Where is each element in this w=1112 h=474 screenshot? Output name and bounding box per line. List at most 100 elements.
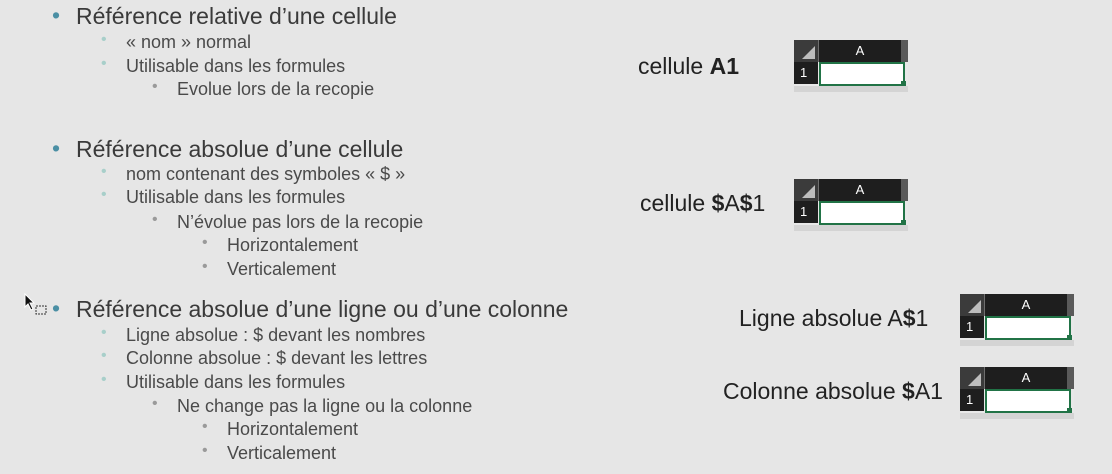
bullet-icon: • — [152, 395, 158, 412]
col-abs-label: Colonne absolue $A1 — [723, 378, 943, 405]
list-item-text: Ne change pas la ligne ou la colonne — [177, 396, 473, 416]
grid-bottom — [960, 413, 1074, 419]
label-prefix: Ligne absolue A — [739, 305, 903, 331]
grid-bottom — [960, 340, 1074, 346]
row-header: 1 — [794, 62, 818, 84]
row-header: 1 — [794, 201, 818, 223]
list-item: • Colonne absolue : $ devant les lettres — [101, 347, 428, 369]
bullet-icon: • — [202, 442, 208, 459]
selected-cell — [985, 389, 1071, 413]
column-header-edge — [1067, 367, 1074, 389]
column-header-edge — [901, 179, 908, 201]
label-col: A — [724, 190, 740, 216]
bullet-icon: • — [52, 295, 61, 321]
list-item-text: Verticalement — [227, 259, 337, 279]
label-row: 1 — [915, 305, 929, 331]
bullet-icon: • — [52, 2, 61, 28]
label-ref: A1 — [914, 378, 943, 404]
corner-triangle-icon — [968, 300, 981, 313]
excel-cell-preview-line-abs: A 1 — [960, 294, 1074, 346]
list-item-text: Utilisable dans les formules — [126, 56, 346, 76]
column-header-edge — [901, 40, 908, 62]
label-dollar: $ — [902, 378, 915, 404]
bullet-icon: • — [152, 211, 158, 228]
list-item-text: N’évolue pas lors de la recopie — [177, 212, 424, 232]
list-item: • Evolue lors de la recopie — [152, 78, 375, 100]
list-item: • Utilisable dans les formules — [101, 371, 346, 393]
column-header: A — [985, 367, 1067, 389]
list-item-text: Utilisable dans les formules — [126, 372, 346, 392]
label-prefix: Colonne absolue — [723, 378, 903, 404]
bullet-icon: • — [52, 135, 61, 161]
section2-title: • Référence absolue d’une cellule — [52, 135, 404, 163]
bullet-icon: • — [101, 371, 107, 388]
selected-cell — [985, 316, 1071, 340]
bullet-icon: • — [101, 31, 107, 48]
list-item-text: Colonne absolue : $ devant les lettres — [126, 348, 428, 368]
bullet-icon: • — [101, 163, 107, 180]
list-item: • « nom » normal — [101, 31, 252, 53]
list-item-text: « nom » normal — [126, 32, 252, 52]
selected-cell — [819, 201, 905, 225]
label-dollar: $ — [739, 190, 753, 216]
grid-bottom — [794, 225, 908, 231]
list-item-text: Verticalement — [227, 443, 337, 463]
list-item-text: Ligne absolue : $ devant les nombres — [126, 325, 426, 345]
cell-ref-label-a1: cellule A1 — [638, 53, 739, 80]
list-item-text: Utilisable dans les formules — [126, 187, 346, 207]
list-item: • Utilisable dans les formules — [101, 186, 346, 208]
excel-cell-preview-abs: A 1 — [794, 179, 908, 231]
row-header: 1 — [960, 316, 984, 338]
list-item-text: Horizontalement — [227, 419, 359, 439]
list-item: • nom contenant des symboles « $ » — [101, 163, 406, 185]
label-dollar: $ — [902, 305, 916, 331]
list-item-text: Horizontalement — [227, 235, 359, 255]
list-item: • N’évolue pas lors de la recopie — [152, 211, 424, 233]
bullet-icon: • — [202, 258, 208, 275]
list-item-text: nom contenant des symboles « $ » — [126, 164, 406, 184]
list-item: • Verticalement — [202, 442, 337, 464]
corner-triangle-icon — [968, 373, 981, 386]
section2-title-text: Référence absolue d’une cellule — [76, 136, 404, 162]
excel-cell-preview-col-abs: A 1 — [960, 367, 1074, 419]
section1-title: • Référence relative d’une cellule — [52, 2, 397, 30]
grid-bottom — [794, 86, 908, 92]
list-item: • Verticalement — [202, 258, 337, 280]
bullet-icon: • — [152, 78, 158, 95]
line-abs-label: Ligne absolue A$1 — [739, 305, 928, 332]
label-dollar: $ — [711, 190, 725, 216]
select-all-corner — [960, 367, 985, 389]
excel-cell-preview-a1: A 1 — [794, 40, 908, 92]
row-header: 1 — [960, 389, 984, 411]
bullet-icon: • — [101, 324, 107, 341]
bullet-icon: • — [202, 418, 208, 435]
column-header: A — [819, 179, 901, 201]
section1-title-text: Référence relative d’une cellule — [76, 3, 397, 29]
move-cursor-icon — [24, 293, 47, 315]
select-all-corner — [960, 294, 985, 316]
column-header: A — [819, 40, 901, 62]
select-all-corner — [794, 179, 819, 201]
list-item: • Utilisable dans les formules — [101, 55, 346, 77]
column-header-edge — [1067, 294, 1074, 316]
selected-cell — [819, 62, 905, 86]
bullet-icon: • — [101, 186, 107, 203]
bullet-icon: • — [101, 347, 107, 364]
cell-ref-label-abs: cellule $A$1 — [640, 190, 765, 217]
bullet-icon: • — [202, 234, 208, 251]
corner-triangle-icon — [802, 46, 815, 59]
label-prefix: cellule — [640, 190, 712, 216]
section3-title: • Référence absolue d’une ligne ou d’une… — [52, 295, 569, 323]
select-all-corner — [794, 40, 819, 62]
column-header: A — [985, 294, 1067, 316]
list-item: • Horizontalement — [202, 234, 359, 256]
section3-title-text: Référence absolue d’une ligne ou d’une c… — [76, 296, 569, 322]
label-ref: A1 — [709, 53, 740, 79]
label-row: 1 — [752, 190, 766, 216]
list-item-text: Evolue lors de la recopie — [177, 79, 375, 99]
list-item: • Ne change pas la ligne ou la colonne — [152, 395, 473, 417]
label-prefix: cellule — [638, 53, 710, 79]
corner-triangle-icon — [802, 185, 815, 198]
list-item: • Horizontalement — [202, 418, 359, 440]
bullet-icon: • — [101, 55, 107, 72]
